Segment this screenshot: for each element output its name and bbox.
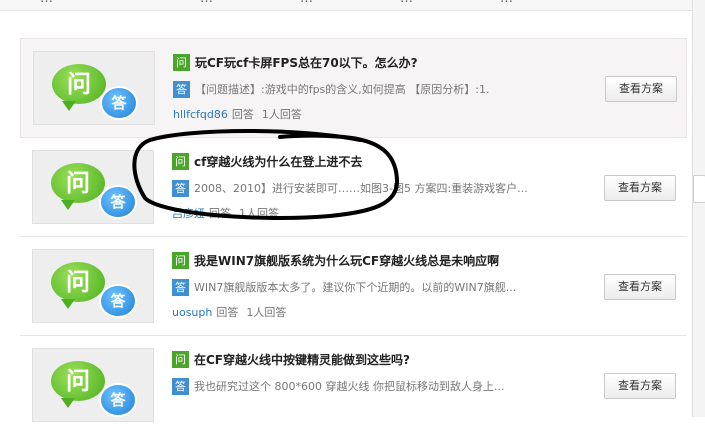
view-solution-button[interactable]: 查看方案 xyxy=(605,76,677,102)
view-solution-button[interactable]: 查看方案 xyxy=(604,175,676,201)
top-nav-bar: … … … … … xyxy=(0,0,705,11)
qa-thumbnail[interactable]: 问 答 xyxy=(32,348,154,422)
question-title-link[interactable]: cf穿越火线为什么在登上进不去 xyxy=(194,153,362,170)
top-nav-item[interactable]: … xyxy=(300,0,313,6)
list-item: 问 答 问 我是WIN7旗舰版系统为什么玩CF穿越火线总是未响应啊 答 WIN7… xyxy=(20,237,687,336)
question-tag-icon: 问 xyxy=(173,53,190,71)
scrollbar-track[interactable] xyxy=(692,0,705,417)
qa-thumbnail[interactable]: 问 答 xyxy=(32,249,154,323)
answer-snippet: 【问题描述】:游戏中的fps的含义,如何提高 【原因分析】:1. xyxy=(195,83,490,96)
answer-tag-icon: 答 xyxy=(173,80,190,98)
top-nav-item[interactable]: … xyxy=(400,0,413,6)
answer-tag-icon: 答 xyxy=(172,179,189,197)
question-tag-icon: 问 xyxy=(172,152,189,170)
answer-tag-icon: 答 xyxy=(172,278,189,296)
answer-count: 1人回答 xyxy=(261,108,302,121)
question-bubble-icon: 问 xyxy=(51,361,105,408)
answer-snippet: 2008、2010】进行安装即可……如图3-图5 方案四:重装游戏客户... xyxy=(194,182,528,195)
view-solution-button[interactable]: 查看方案 xyxy=(604,373,676,399)
list-item: 问 答 问 在CF穿越火线中按键精灵能做到这些吗? 答 我也研究过这个 800*… xyxy=(20,336,687,434)
question-title-link[interactable]: 我是WIN7旗舰版系统为什么玩CF穿越火线总是未响应啊 xyxy=(194,252,499,269)
qa-thumbnail[interactable]: 问 答 xyxy=(32,150,154,224)
question-title-link[interactable]: 玩CF玩cf卡屏FPS总在70以下。怎么办? xyxy=(195,54,418,71)
top-nav-item[interactable]: … xyxy=(200,0,213,6)
qa-thumbnail[interactable]: 问 答 xyxy=(33,51,155,125)
answer-snippet: 我也研究过这个 800*600 穿越火线 你把鼠标移动到敌人身上... xyxy=(194,380,505,393)
question-bubble-icon: 问 xyxy=(52,64,106,111)
list-item: 问 答 问 cf穿越火线为什么在登上进不去 答 2008、2010】进行安装即可… xyxy=(20,138,687,237)
top-nav-item[interactable]: … xyxy=(500,0,513,6)
top-nav-item[interactable]: … xyxy=(40,0,53,6)
question-tag-icon: 问 xyxy=(172,350,189,368)
list-item: 问 答 问 玩CF玩cf卡屏FPS总在70以下。怎么办? 答 【问题描述】:游戏… xyxy=(20,38,687,138)
answer-bubble-icon: 答 xyxy=(99,383,137,417)
question-list: 问 答 问 玩CF玩cf卡屏FPS总在70以下。怎么办? 答 【问题描述】:游戏… xyxy=(20,38,687,434)
answer-bubble-icon: 答 xyxy=(99,284,137,318)
question-title-link[interactable]: 在CF穿越火线中按键精灵能做到这些吗? xyxy=(194,351,410,368)
answer-count: 1人回答 xyxy=(239,207,279,220)
view-solution-button[interactable]: 查看方案 xyxy=(604,274,676,300)
answer-bubble-icon: 答 xyxy=(100,86,138,120)
answer-bubble-icon: 答 xyxy=(99,185,137,219)
username-link[interactable]: 吕彦娅 xyxy=(172,207,205,220)
answer-tag-icon: 答 xyxy=(172,377,189,395)
answer-snippet: WIN7旗舰版版本太多了。建议你下个近期的。以前的WIN7旗舰... xyxy=(194,281,517,294)
scrollbar-thumb[interactable] xyxy=(693,175,705,203)
username-link[interactable]: uosuph xyxy=(172,306,212,319)
answer-label: 回答 xyxy=(216,306,239,319)
answer-count: 1人回答 xyxy=(246,306,287,319)
answer-label: 回答 xyxy=(209,207,231,220)
question-tag-icon: 问 xyxy=(172,251,189,269)
answer-label: 回答 xyxy=(231,108,254,121)
username-link[interactable]: hllfcfqd86 xyxy=(173,108,228,121)
question-bubble-icon: 问 xyxy=(51,163,105,210)
question-bubble-icon: 问 xyxy=(51,262,105,309)
